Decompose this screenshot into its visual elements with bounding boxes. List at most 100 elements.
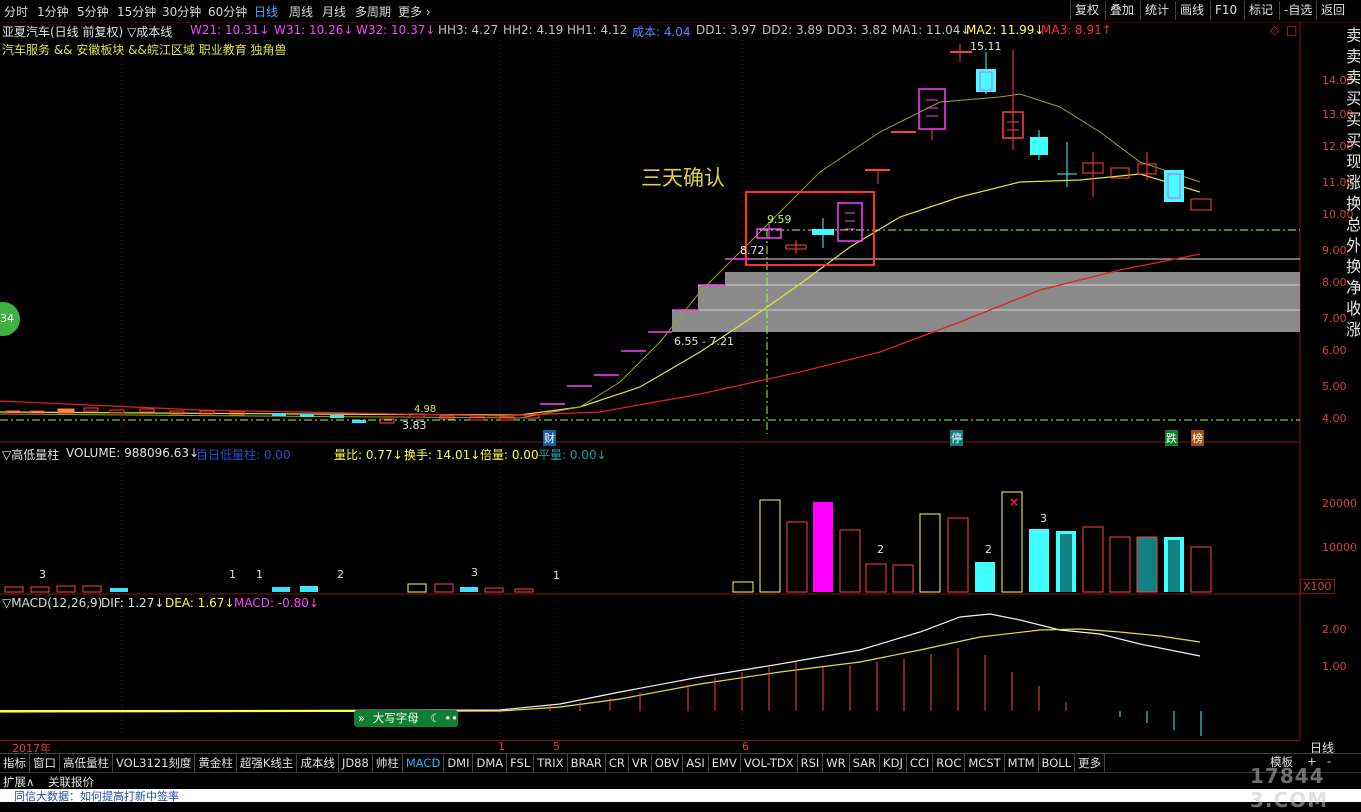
ime-moon-icon[interactable]: ☾ •• (430, 711, 458, 725)
f10-button[interactable]: F10 (1210, 1, 1241, 20)
macd-indicator-name[interactable]: ▽MACD(12,26,9) (2, 596, 102, 610)
tab-brar[interactable]: BRAR (568, 754, 606, 772)
tf-weekly[interactable]: 周线 (289, 3, 313, 20)
tab-rsi[interactable]: RSI (798, 754, 824, 772)
tab-gdlz[interactable]: 高低量柱 (60, 754, 113, 772)
tab-window[interactable]: 窗口 (30, 754, 60, 772)
related-quotes-button[interactable]: 关联报价 (48, 774, 94, 790)
three-day-confirm-label: 三天确认 (641, 166, 725, 190)
low-price-label: 3.83 (402, 419, 427, 432)
date-axis (0, 740, 1300, 754)
tab-trix[interactable]: TRIX (534, 754, 568, 772)
main-chart-svg: × (0, 22, 1301, 740)
price-tick: 5.00 (1322, 380, 1347, 393)
mark-button[interactable]: 标记 (1244, 1, 1277, 20)
volume-count-label: 1 (229, 568, 236, 581)
tf-1min[interactable]: 1分钟 (37, 3, 69, 20)
tf-monthly[interactable]: 月线 (322, 3, 346, 20)
toolbar: 分时 1分钟 5分钟 15分钟 30分钟 60分钟 日线 周线 月线 多周期 更… (0, 0, 1361, 23)
tab-indicator[interactable]: 指标 (0, 754, 30, 772)
flat-volume: 平量: 0.00↓ (538, 448, 607, 462)
price-tick: 6.00 (1322, 344, 1347, 357)
tab-vol3121[interactable]: VOL3121刻度 (113, 754, 196, 772)
tf-intraday[interactable]: 分时 (4, 3, 28, 20)
volume-tick: 20000 (1322, 497, 1357, 510)
watchlist-button[interactable]: -自选 (1279, 1, 1316, 20)
tab-cr[interactable]: CR (606, 754, 629, 772)
macd-dif: DIF: 1.27↓ (101, 596, 165, 610)
stats-button[interactable]: 统计 (1140, 1, 1173, 20)
tf-15min[interactable]: 15分钟 (117, 3, 156, 20)
adjust-button[interactable]: 复权 (1070, 1, 1103, 20)
tab-mcst[interactable]: MCST (965, 754, 1005, 772)
back-button[interactable]: 返回 (1316, 1, 1349, 20)
turnover-rate: 换手: 14.01↓ (404, 448, 481, 462)
ime-expand-icon[interactable]: » (358, 711, 365, 725)
macd-tick: 2.00 (1322, 623, 1347, 636)
price-tick: 7.00 (1322, 312, 1347, 325)
tab-superk[interactable]: 超强K线主 (237, 754, 298, 772)
macd-tick: 1.00 (1322, 660, 1347, 673)
expand-button[interactable]: 扩展∧ (3, 774, 34, 790)
tab-wr[interactable]: WR (823, 754, 850, 772)
news-ticker[interactable]: 同信大数据：如何提高打新中签率 (0, 789, 1361, 802)
finance-marker[interactable]: 财 (543, 430, 556, 446)
volume-count-label: 3 (1040, 512, 1047, 525)
news-ticker-text[interactable]: 同信大数据：如何提高打新中签率 (14, 790, 179, 802)
tab-mtm[interactable]: MTM (1005, 754, 1039, 772)
tab-dma[interactable]: DMA (473, 754, 508, 772)
peak-price-label: 15.11 (970, 40, 1002, 53)
tab-macd[interactable]: MACD (403, 754, 445, 772)
tab-vol-tdx[interactable]: VOL-TDX (741, 754, 798, 772)
tf-multi[interactable]: 多周期 (355, 3, 391, 20)
tab-kdj[interactable]: KDJ (880, 754, 907, 772)
tab-fsl[interactable]: FSL (507, 754, 535, 772)
tab-jd88[interactable]: JD88 (339, 754, 373, 772)
range-label: 6.55 - 7.21 (674, 335, 734, 348)
volume-indicator-name[interactable]: ▽高低量柱 (2, 446, 59, 463)
volume-ratio: 量比: 0.77↓ (334, 448, 403, 462)
tf-30min[interactable]: 30分钟 (162, 3, 201, 20)
ime-toolbar[interactable]: » 大写字母 ☾ •• (354, 710, 458, 727)
tab-emv[interactable]: EMV (709, 754, 741, 772)
tab-more[interactable]: 更多 (1075, 754, 1106, 772)
tf-60min[interactable]: 60分钟 (208, 3, 247, 20)
ime-mode-label: 大写字母 (372, 711, 419, 725)
volume-tick: 10000 (1322, 541, 1357, 554)
price-tick: 9.00 (1322, 244, 1347, 257)
tf-daily[interactable]: 日线 (254, 3, 278, 20)
volume-count-label: 1 (256, 568, 263, 581)
tab-asi[interactable]: ASI (683, 754, 709, 772)
macd-dea: DEA: 1.67↓ (165, 596, 235, 610)
watermark: 17844​3.COM (1250, 764, 1329, 812)
draw-button[interactable]: 画线 (1175, 1, 1208, 20)
month-label: 5 (553, 740, 560, 753)
drop-marker[interactable]: 跌 (1165, 430, 1178, 446)
tab-sar[interactable]: SAR (850, 754, 881, 772)
tf-more[interactable]: 更多 › (398, 3, 431, 20)
volume-count-label: 3 (471, 566, 478, 579)
volume-count-label: 3 (39, 568, 46, 581)
svg-text:×: × (1009, 495, 1019, 509)
price-tick: 4.00 (1322, 412, 1347, 425)
tab-obv[interactable]: OBV (652, 754, 684, 772)
tab-boll[interactable]: BOLL (1039, 754, 1076, 772)
tab-cci[interactable]: CCI (907, 754, 934, 772)
list-marker[interactable]: 榜 (1191, 430, 1204, 446)
price-498-label: 4.98 (414, 404, 437, 415)
tab-dmi[interactable]: DMI (444, 754, 474, 772)
overlay-button[interactable]: 叠加 (1105, 1, 1138, 20)
tab-shuaizhu[interactable]: 帅柱 (373, 754, 403, 772)
tab-cost[interactable]: 成本线 (297, 754, 339, 772)
month-label: 6 (742, 740, 749, 753)
tab-vr[interactable]: VR (629, 754, 652, 772)
indicator-tab-bar: 指标 窗口 高低量柱 VOL3121刻度 黄金柱 超强K线主 成本线 JD88 帅柱 MACD DM… (0, 753, 1361, 772)
volume-value: VOLUME: 988096.63↓ (66, 446, 200, 460)
tab-roc[interactable]: ROC (933, 754, 966, 772)
price-872-label: 8.72 (740, 244, 765, 257)
tab-golden[interactable]: 黄金柱 (195, 754, 237, 772)
halt-marker[interactable]: 停 (950, 430, 963, 446)
tf-5min[interactable]: 5分钟 (77, 3, 109, 20)
double-volume: 倍量: 0.00 (480, 448, 539, 462)
price-tick: 8.00 (1322, 276, 1347, 289)
